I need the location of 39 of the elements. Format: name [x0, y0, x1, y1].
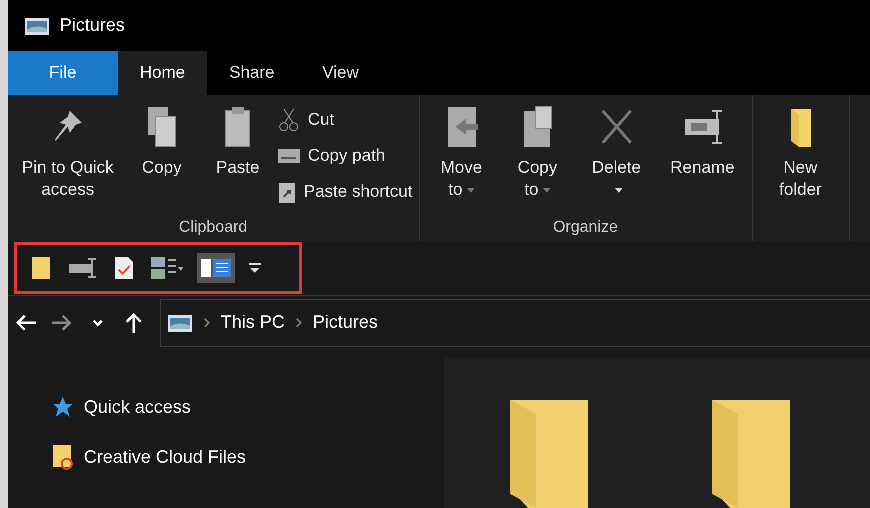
breadcrumb[interactable]: This PC [221, 312, 286, 334]
up-arrow-icon [124, 312, 144, 334]
ribbon-button[interactable]: Paste shortcut [278, 177, 413, 208]
ribbon-tab[interactable]: Home [118, 51, 208, 96]
breadcrumb[interactable]: Pictures [313, 312, 378, 334]
ribbon-button[interactable]: New folder [758, 105, 843, 241]
ribbon-tab[interactable]: File [8, 51, 118, 96]
chevron-right-icon [203, 316, 211, 329]
shortcut-icon [278, 181, 296, 204]
nav-item[interactable]: Quick access [52, 396, 444, 418]
properties-icon [114, 256, 134, 280]
forward-arrow-icon [51, 312, 73, 333]
ribbon-button[interactable]: Cut [278, 105, 413, 136]
layout-icon [150, 256, 184, 280]
ribbon-button[interactable]: Delete [578, 105, 656, 219]
scissors-icon [278, 107, 300, 134]
cloud-folder-icon [52, 444, 74, 470]
group-label: Clipboard [178, 218, 249, 238]
group-label: Organize [552, 218, 620, 238]
pictures-icon [167, 312, 193, 333]
back-arrow-icon [15, 312, 37, 333]
window-title: Pictures [60, 15, 126, 36]
folder-icon [30, 254, 52, 281]
address-bar[interactable]: This PC Pictures [160, 298, 870, 347]
ribbon-button[interactable]: Copy [126, 105, 198, 219]
customize-caret-icon [248, 260, 262, 275]
ribbon-button[interactable]: Copy to [502, 105, 574, 219]
star-icon [52, 396, 74, 418]
rename-icon [68, 258, 98, 278]
window-icon [24, 16, 50, 36]
ribbon-button[interactable]: Copy path [278, 141, 413, 172]
chevron-down-icon [92, 318, 104, 328]
ribbon-button[interactable]: Move to [426, 105, 498, 219]
ribbon-button[interactable]: Paste [202, 105, 274, 219]
path-icon [278, 149, 300, 164]
nav-item[interactable]: Creative Cloud Files [52, 444, 444, 470]
ribbon-button[interactable]: Pin to Quick access [14, 105, 122, 219]
ribbon-button[interactable]: Rename [660, 105, 746, 219]
chevron-right-icon [295, 316, 304, 329]
